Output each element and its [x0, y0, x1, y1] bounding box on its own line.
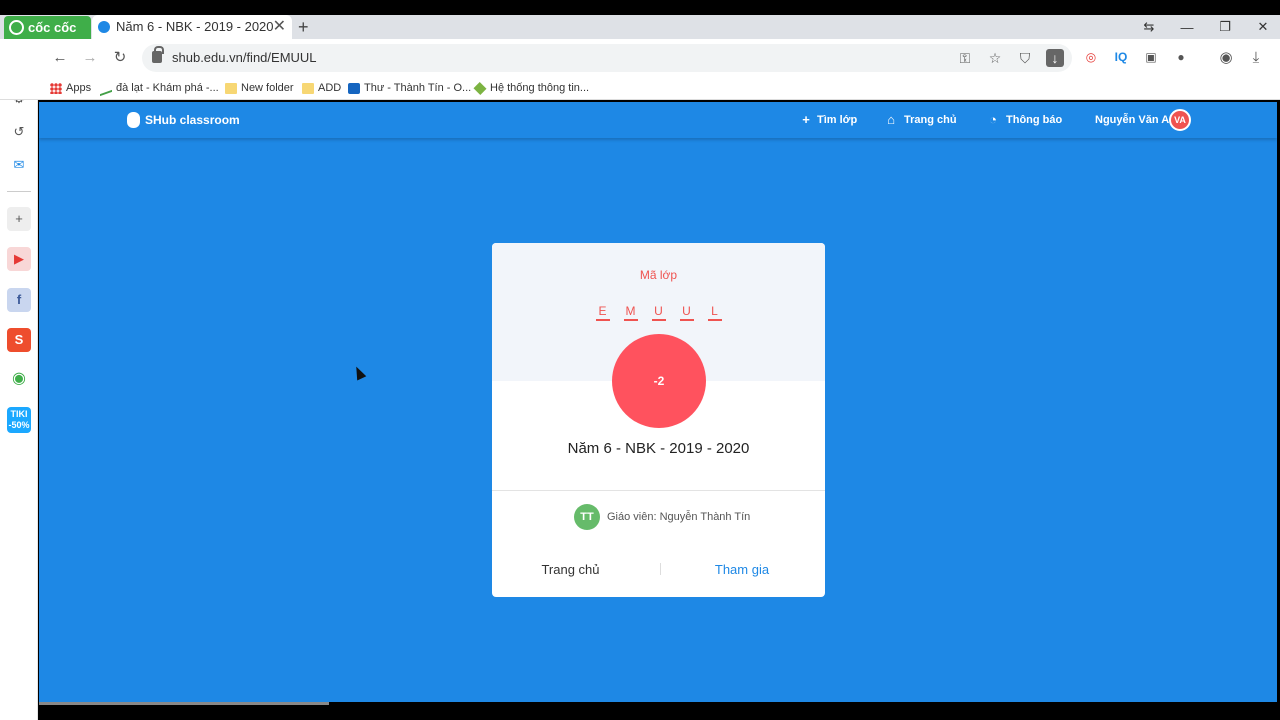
downloads-icon[interactable]: ⤓	[1246, 48, 1266, 68]
restore-icon[interactable]: ❐	[1218, 19, 1232, 35]
bookmark-label: Apps	[66, 82, 92, 94]
sidebar-divider	[7, 191, 31, 192]
shopee-icon[interactable]: S	[7, 328, 31, 352]
tab-close-icon[interactable]: ✕	[273, 15, 286, 39]
apps-grid-icon	[50, 83, 62, 94]
plus-icon: +	[802, 112, 810, 127]
extension-chrome-icon[interactable]: ◎	[1082, 48, 1100, 66]
nav-find-class-label: Tìm lớp	[817, 114, 858, 126]
home-button[interactable]: Trang chủ	[512, 559, 629, 581]
nav-home-label: Trang chủ	[904, 114, 957, 126]
close-window-icon[interactable]: ✕	[1256, 19, 1270, 35]
class-badge: -2	[612, 334, 706, 428]
nav-home[interactable]: ⌂ Trang chủ	[884, 102, 957, 138]
coccoc-logo-icon	[9, 20, 24, 35]
bookmark-he-thong[interactable]: Hệ thống thông tin...	[472, 77, 589, 100]
youtube-icon[interactable]: ▶	[7, 247, 31, 271]
trend-icon	[100, 80, 112, 97]
shub-page: SHub classroom + Tìm lớp ⌂ Trang chủ ◔ Thôn…	[39, 102, 1277, 702]
url-text[interactable]: shub.edu.vn/find/EMUUL	[172, 44, 317, 72]
bookmark-label: Hệ thống thông tin...	[490, 82, 590, 94]
extension-puzzle-icon[interactable]: ●	[1172, 48, 1190, 66]
bookmark-outlook[interactable]: Thư - Thành Tín - O...	[346, 77, 471, 100]
class-code-letter: E	[595, 304, 610, 321]
shub-logo-icon[interactable]	[127, 112, 140, 128]
app-header: SHub classroom + Tìm lớp ⌂ Trang chủ ◔ Thôn…	[39, 102, 1277, 138]
class-code: E M U U L	[492, 304, 825, 321]
profile-icon[interactable]: ◉	[1216, 48, 1236, 68]
minimize-icon[interactable]: —	[1180, 20, 1194, 35]
teacher-avatar: TT	[574, 504, 600, 530]
join-button[interactable]: Tham gia	[690, 559, 794, 581]
button-divider	[660, 563, 661, 575]
class-code-letter: L	[707, 304, 722, 321]
tab-title: Năm 6 - NBK - 2019 - 2020	[116, 19, 274, 34]
bookmark-star-icon[interactable]: ☆	[986, 49, 1004, 67]
bell-icon: ◔	[989, 112, 997, 127]
tab-search-icon[interactable]: ⇆	[1142, 19, 1156, 35]
back-arrow-icon[interactable]: ←	[50, 48, 70, 68]
class-card: Mã lớp E M U U L -2 Năm 6 - NBK - 2019 -…	[492, 243, 825, 597]
browser-toolbar: ← → ↻ shub.edu.vn/find/EMUUL ⚿ ☆ ⛉ ↓ ◎ I…	[0, 39, 1280, 77]
class-code-letter: U	[679, 304, 694, 321]
browser-tab-strip: cốc cốc Năm 6 - NBK - 2019 - 2020 ✕ + ⇆ …	[0, 15, 1280, 39]
app-name[interactable]: SHub classroom	[145, 102, 240, 138]
address-bar[interactable]: shub.edu.vn/find/EMUUL ⚿ ☆ ⛉ ↓	[142, 44, 1072, 72]
browser-brand-button[interactable]: cốc cốc	[4, 16, 91, 39]
add-sidebar-item-icon[interactable]: +	[7, 207, 31, 231]
browser-sidebar: ▣ ⚙ ↺ ✉ + ▶ f S ◉ TIKI-50%	[0, 39, 38, 720]
diamond-icon	[473, 81, 487, 96]
nav-find-class[interactable]: + Tìm lớp	[799, 102, 857, 138]
window-controls: ⇆ — ❐ ✕	[1142, 15, 1270, 39]
download-icon[interactable]: ↓	[1046, 49, 1064, 67]
bookmark-label: ADD	[318, 82, 342, 94]
bookmark-label: Thư - Thành Tín - O...	[364, 82, 472, 94]
bookmark-apps[interactable]: Apps	[48, 77, 91, 100]
extension-translate-icon[interactable]: ▣	[1142, 48, 1160, 66]
nav-notifications[interactable]: ◔ Thông báo	[986, 102, 1062, 138]
bookmark-label: đà lạt - Khám phá -...	[116, 82, 219, 94]
class-code-letter: M	[623, 304, 638, 321]
extensions-bar: ◎ IQ ▣ ●	[1082, 48, 1190, 66]
class-name: Năm 6 - NBK - 2019 - 2020	[567, 440, 750, 457]
user-name[interactable]: Nguyễn Văn A	[1095, 102, 1169, 138]
bookmark-da-lat[interactable]: đà lạt - Khám phá -...	[98, 77, 219, 100]
card-divider	[492, 490, 825, 491]
messenger-icon[interactable]: ✉	[7, 153, 31, 177]
key-icon[interactable]: ⚿	[956, 49, 974, 67]
class-code-letter: U	[651, 304, 666, 321]
user-avatar[interactable]: VA	[1169, 109, 1191, 131]
bookmarks-bar: Apps đà lạt - Khám phá -... New folder A…	[0, 77, 1280, 100]
class-code-label: Mã lớp	[639, 268, 678, 282]
folder-icon	[302, 83, 314, 94]
new-tab-button[interactable]: +	[298, 15, 309, 39]
coccoc-map-icon[interactable]: ◉	[7, 367, 31, 391]
bookmark-add[interactable]: ADD	[300, 77, 341, 100]
shub-favicon-icon	[98, 21, 110, 33]
teacher-name: Giáo viên: Nguyễn Thành Tín	[607, 511, 751, 523]
lock-icon[interactable]	[152, 46, 164, 63]
reload-icon[interactable]: ↻	[110, 48, 130, 68]
bookmark-label: New folder	[241, 82, 294, 94]
extension-iq-icon[interactable]: IQ	[1112, 48, 1130, 66]
horizontal-scrollbar[interactable]	[39, 702, 329, 705]
browser-brand-label: cốc cốc	[28, 20, 77, 35]
shield-icon[interactable]: ⛉	[1016, 49, 1034, 67]
screen: cốc cốc Năm 6 - NBK - 2019 - 2020 ✕ + ⇆ …	[0, 0, 1280, 720]
facebook-icon[interactable]: f	[7, 288, 31, 312]
outlook-icon	[348, 83, 360, 94]
nav-notifications-label: Thông báo	[1006, 114, 1063, 126]
history-icon[interactable]: ↺	[7, 120, 31, 144]
forward-arrow-icon[interactable]: →	[80, 48, 100, 68]
home-icon: ⌂	[887, 112, 895, 127]
tiki-icon[interactable]: TIKI -50%	[7, 407, 31, 433]
folder-icon	[225, 83, 237, 94]
bookmark-new-folder[interactable]: New folder	[223, 77, 294, 100]
browser-tab-active[interactable]: Năm 6 - NBK - 2019 - 2020 ✕	[92, 15, 292, 39]
